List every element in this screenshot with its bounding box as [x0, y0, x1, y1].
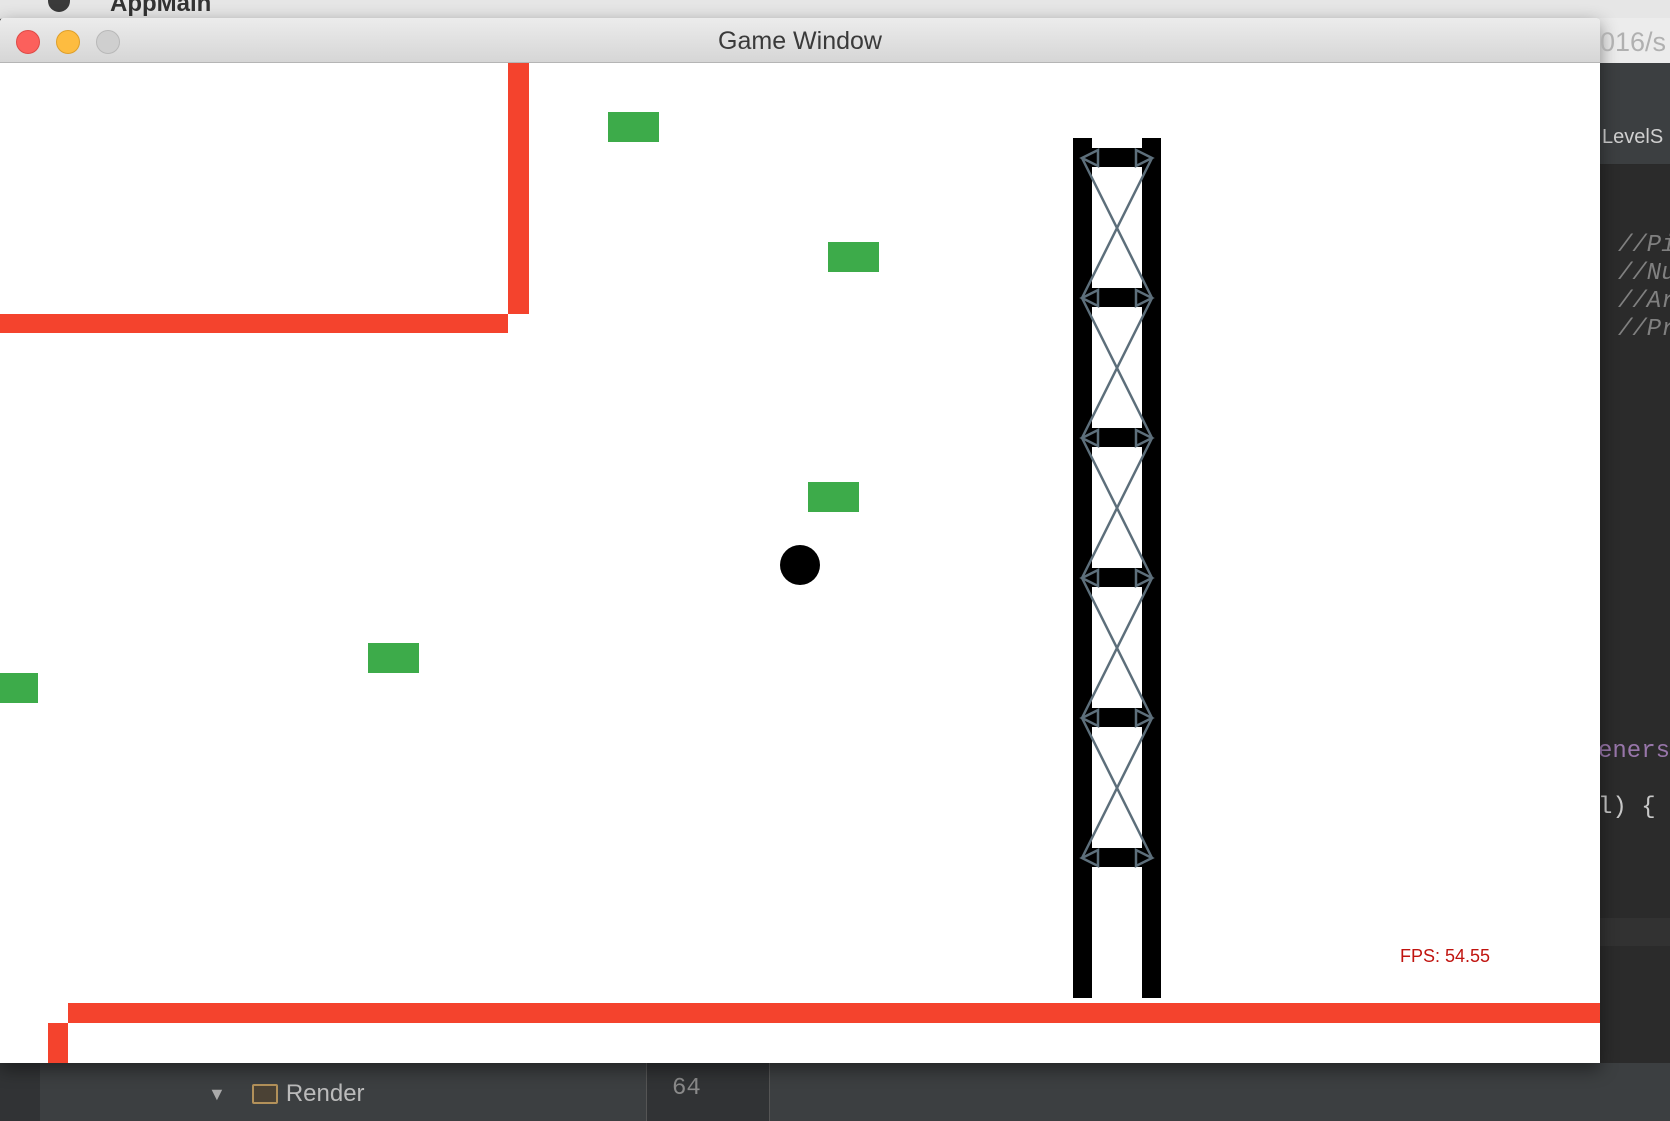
project-tree-item-render[interactable]: ▼ Render: [208, 1080, 365, 1108]
player-ball: [780, 545, 820, 585]
code-line: l) {: [1598, 794, 1656, 821]
folder-icon: [251, 1084, 278, 1104]
ide-toolbar: [1598, 63, 1670, 116]
platform: [828, 242, 879, 272]
code-identifier: eners: [1598, 738, 1670, 765]
apple-icon[interactable]: [48, 0, 70, 12]
platform: [368, 643, 419, 673]
platform: [608, 112, 659, 142]
floor-step: [48, 1023, 68, 1063]
game-window[interactable]: Game Window FPS: 54.55: [0, 18, 1600, 1063]
editor-tab[interactable]: LevelS: [1602, 126, 1663, 149]
code-comment-line: //Pi: [1618, 232, 1670, 259]
platform: [808, 482, 859, 512]
tree-item-label: Render: [285, 1080, 365, 1107]
code-line: eners;: [1598, 738, 1670, 765]
ide-divider: [1598, 918, 1670, 946]
window-title: Game Window: [718, 27, 882, 55]
code-comment-line: //Nu: [1618, 260, 1670, 287]
window-titlebar[interactable]: Game Window: [0, 18, 1600, 63]
wall-horizontal-upper: [0, 314, 508, 333]
ide-path-text: 016/s: [1600, 27, 1667, 57]
app-menu[interactable]: AppMain: [110, 0, 211, 18]
fps-counter: FPS: 54.55: [1400, 946, 1491, 966]
ide-tool-strip: [0, 1063, 40, 1121]
line-number: 64: [672, 1075, 701, 1102]
code-comment-line: //Ar: [1618, 288, 1670, 315]
wall-vertical-top: [508, 63, 529, 314]
line-gutter: [646, 1063, 770, 1121]
game-canvas[interactable]: FPS: 54.55: [0, 63, 1600, 1063]
platform: [0, 673, 38, 703]
floor-wall: [68, 1003, 1600, 1023]
truss-tower: [1073, 138, 1161, 998]
expand-triangle-icon[interactable]: ▼: [208, 1084, 226, 1105]
code-comment-line: //Pr: [1618, 316, 1670, 343]
mac-menubar: AppMain: [0, 0, 1670, 19]
